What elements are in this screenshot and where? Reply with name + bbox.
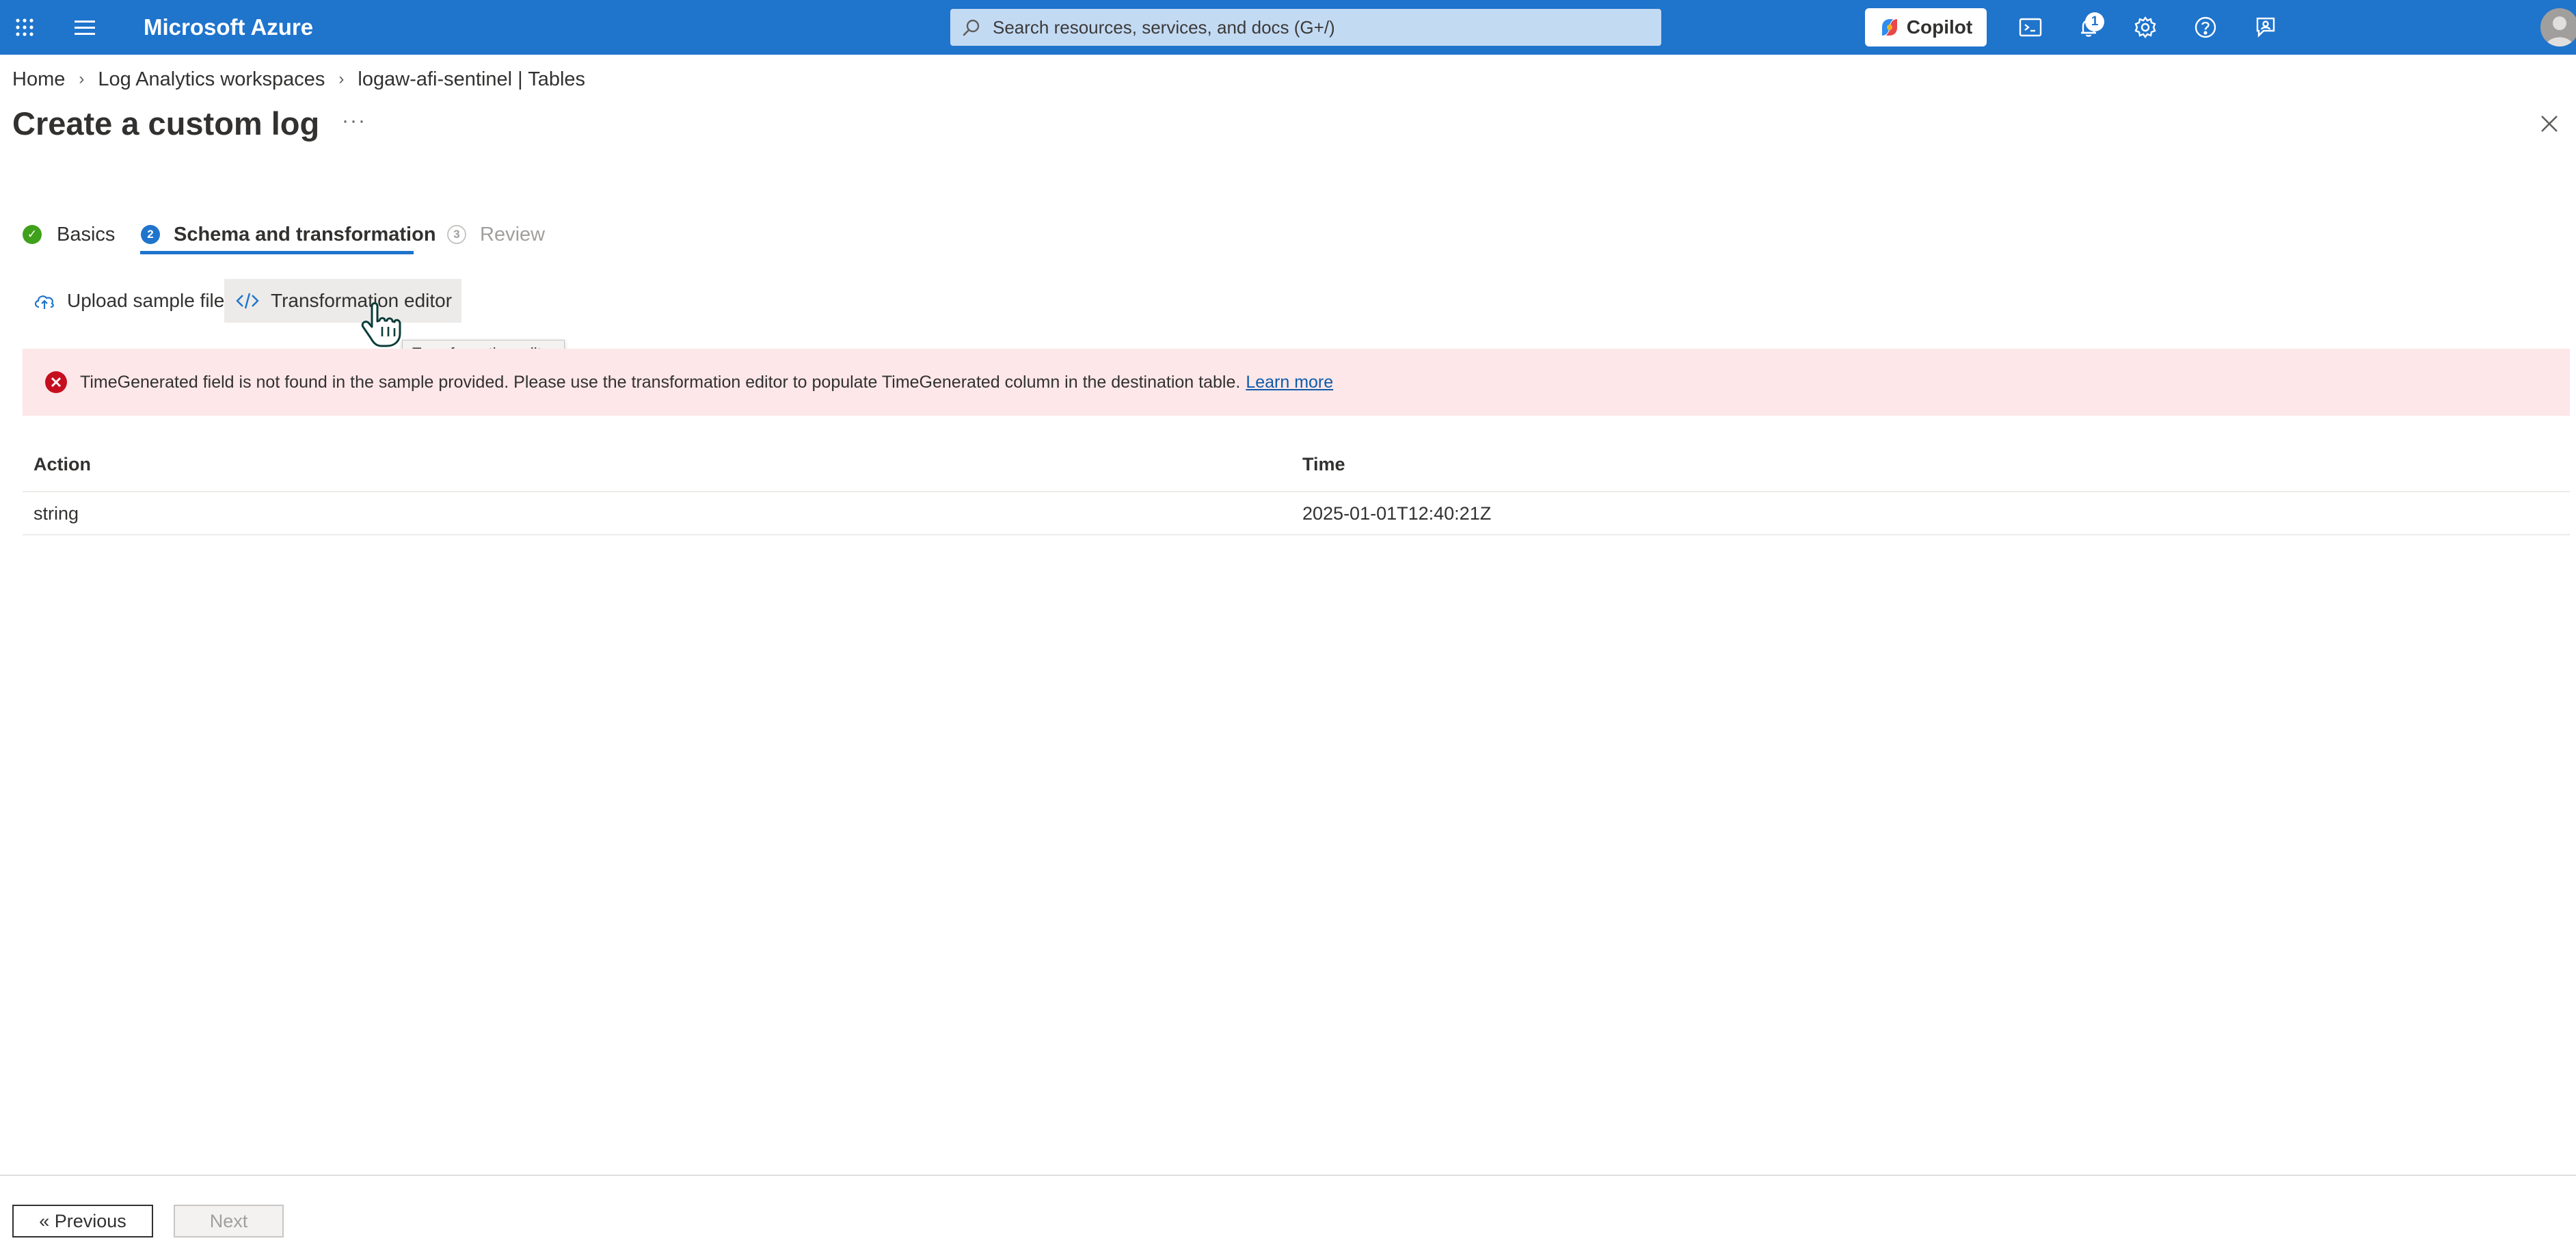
tab-label: Review <box>480 223 546 245</box>
cloud-shell-icon[interactable] <box>2010 0 2051 55</box>
tab-label: Schema and transformation <box>174 223 436 245</box>
column-header-time: Time <box>1302 454 1345 474</box>
learn-more-link[interactable]: Learn more <box>1246 373 1333 392</box>
brand-title[interactable]: Microsoft Azure <box>144 0 313 55</box>
step-number: 2 <box>141 225 160 244</box>
tab-review[interactable]: 3 Review <box>447 217 545 252</box>
breadcrumb-workspace-tables[interactable]: logaw-afi-sentinel | Tables <box>358 68 585 91</box>
breadcrumb: Home › Log Analytics workspaces › logaw-… <box>12 67 585 92</box>
hand-pointer-cursor-icon <box>361 302 401 347</box>
search-icon <box>963 19 980 36</box>
close-icon[interactable] <box>2538 112 2561 135</box>
top-bar: Microsoft Azure Copilot 1 <box>0 0 2576 55</box>
help-icon[interactable] <box>2185 0 2226 55</box>
upload-sample-file-label: Upload sample file <box>67 290 225 311</box>
copilot-button[interactable]: Copilot <box>1865 8 1987 46</box>
copilot-logo-icon <box>1881 19 1897 36</box>
breadcrumb-log-analytics-workspaces[interactable]: Log Analytics workspaces <box>98 68 325 91</box>
tab-label: Basics <box>57 223 116 245</box>
table-divider <box>23 534 2570 535</box>
hamburger-menu-icon[interactable] <box>66 0 104 55</box>
cloud-upload-icon <box>34 295 54 309</box>
next-button[interactable]: Next <box>174 1205 284 1237</box>
tab-basics[interactable]: ✓ Basics <box>23 217 115 252</box>
notification-count-badge: 1 <box>2085 12 2104 31</box>
search-input[interactable] <box>991 16 1650 39</box>
checkmark-icon: ✓ <box>23 225 42 244</box>
error-message-text: TimeGenerated field is not found in the … <box>80 372 1241 392</box>
breadcrumb-home[interactable]: Home <box>12 68 65 91</box>
upload-sample-file-button[interactable]: Upload sample file <box>33 279 224 323</box>
tab-schema-and-transformation[interactable]: 2 Schema and transformation <box>141 217 436 252</box>
table-cell-action: string <box>33 503 79 524</box>
step-number: 3 <box>447 225 466 244</box>
code-icon <box>236 293 259 309</box>
feedback-icon[interactable] <box>2245 0 2286 55</box>
global-search[interactable] <box>950 9 1661 46</box>
chevron-right-icon: › <box>338 70 345 88</box>
page-title: Create a custom log <box>12 105 320 142</box>
more-options-icon[interactable]: ··· <box>342 109 366 133</box>
table-cell-time: 2025-01-01T12:40:21Z <box>1302 503 1492 524</box>
copilot-label: Copilot <box>1906 16 1973 38</box>
error-icon <box>45 371 67 393</box>
table-divider <box>23 491 2570 492</box>
error-message-bar: TimeGenerated field is not found in the … <box>23 349 2570 416</box>
settings-gear-icon[interactable] <box>2125 0 2166 55</box>
footer-divider <box>0 1175 2576 1176</box>
column-header-action: Action <box>33 454 91 474</box>
previous-button[interactable]: « Previous <box>12 1205 153 1237</box>
user-avatar[interactable] <box>2540 8 2576 46</box>
app-launcher-icon[interactable] <box>5 0 44 55</box>
transformation-editor-button[interactable]: Transformation editor <box>224 279 462 323</box>
active-tab-indicator <box>140 251 414 254</box>
chevron-right-icon: › <box>79 70 85 88</box>
